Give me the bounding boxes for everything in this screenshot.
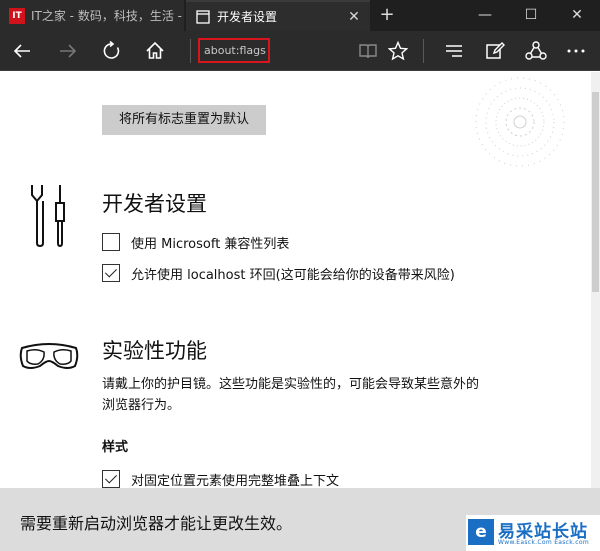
toolbar-divider — [190, 39, 191, 63]
tab-ithome[interactable]: IT IT之家 - 数码，科技，生活 - — [0, 0, 184, 31]
flags-page: 将所有标志重置为默认 开发者设置 使用 Microsoft 兼容性列表 允许使用… — [0, 72, 600, 489]
new-tab-button[interactable]: + — [376, 4, 398, 26]
page-icon — [196, 9, 210, 24]
back-arrow-icon — [13, 44, 30, 58]
minimize-button[interactable]: — — [462, 0, 508, 31]
experimental-features-title: 实验性功能 — [102, 339, 207, 363]
web-note-button[interactable] — [475, 31, 515, 71]
ithome-favicon-icon: IT — [9, 7, 25, 24]
tab-title: IT之家 - 数码，科技，生活 - — [31, 9, 182, 23]
scrollbar-thumb[interactable] — [592, 92, 599, 292]
wrench-screwdriver-icon — [31, 185, 65, 248]
localhost-loopback-checkbox[interactable] — [102, 264, 120, 282]
vertical-scrollbar[interactable] — [591, 72, 600, 488]
watermark-logo-icon: e — [468, 519, 494, 545]
restart-notification-text: 需要重新启动浏览器才能让更改生效。 — [20, 514, 293, 533]
watermark-subtext: Www.Easck.Com Easck.com — [498, 539, 589, 546]
favorite-button[interactable] — [378, 31, 418, 71]
edit-icon — [486, 42, 505, 59]
option-label: 允许使用 localhost 环回(这可能会给你的设备带来风险) — [131, 267, 455, 283]
option-fixed-position-stacking-context[interactable]: 对固定位置元素使用完整堆叠上下文 — [102, 469, 339, 489]
option-label: 对固定位置元素使用完整堆叠上下文 — [131, 473, 340, 489]
option-allow-localhost-loopback[interactable]: 允许使用 localhost 环回(这可能会给你的设备带来风险) — [102, 263, 455, 283]
compat-list-checkbox[interactable] — [102, 233, 120, 251]
goggles-icon — [19, 343, 79, 369]
star-icon — [388, 41, 408, 61]
reset-flags-button[interactable]: 将所有标志重置为默认 — [102, 105, 266, 135]
developer-settings-title: 开发者设置 — [102, 192, 207, 216]
address-bar[interactable]: about:flags — [198, 38, 270, 63]
toolbar-divider — [423, 39, 424, 63]
option-label: 使用 Microsoft 兼容性列表 — [131, 236, 290, 252]
stacking-context-checkbox[interactable] — [102, 470, 120, 488]
close-tab-icon[interactable]: ✕ — [344, 9, 364, 25]
forward-button[interactable] — [48, 31, 88, 71]
tab-title: 开发者设置 — [217, 10, 278, 24]
maximize-button[interactable]: ☐ — [508, 0, 554, 31]
experimental-description: 请戴上你的护目镜。这些功能是实验性的，可能会导致某些意外的浏览器行为。 — [102, 377, 480, 413]
decorative-dial-graphic — [475, 77, 565, 167]
home-button[interactable] — [135, 31, 175, 71]
share-icon — [525, 41, 547, 60]
tab-developer-settings[interactable]: 开发者设置 ✕ — [186, 0, 370, 31]
more-icon — [567, 49, 585, 53]
home-icon — [146, 41, 164, 59]
tab-bar: IT IT之家 - 数码，科技，生活 - 开发者设置 ✕ + — ☐ ✕ — [0, 0, 600, 31]
share-button[interactable] — [516, 31, 556, 71]
reading-view-icon — [359, 44, 377, 59]
refresh-icon — [103, 41, 120, 59]
more-button[interactable] — [556, 31, 596, 71]
back-button[interactable] — [2, 31, 42, 71]
styles-subheading: 样式 — [102, 440, 129, 455]
navigation-toolbar: about:flags — [0, 31, 600, 71]
option-microsoft-compat-list[interactable]: 使用 Microsoft 兼容性列表 — [102, 232, 289, 252]
refresh-button[interactable] — [92, 31, 132, 71]
hub-icon — [446, 45, 462, 57]
hub-button[interactable] — [434, 31, 474, 71]
forward-arrow-icon — [60, 44, 77, 58]
site-watermark: e 易采站长站 Www.Easck.Com Easck.com — [466, 515, 600, 551]
close-window-button[interactable]: ✕ — [554, 0, 600, 31]
